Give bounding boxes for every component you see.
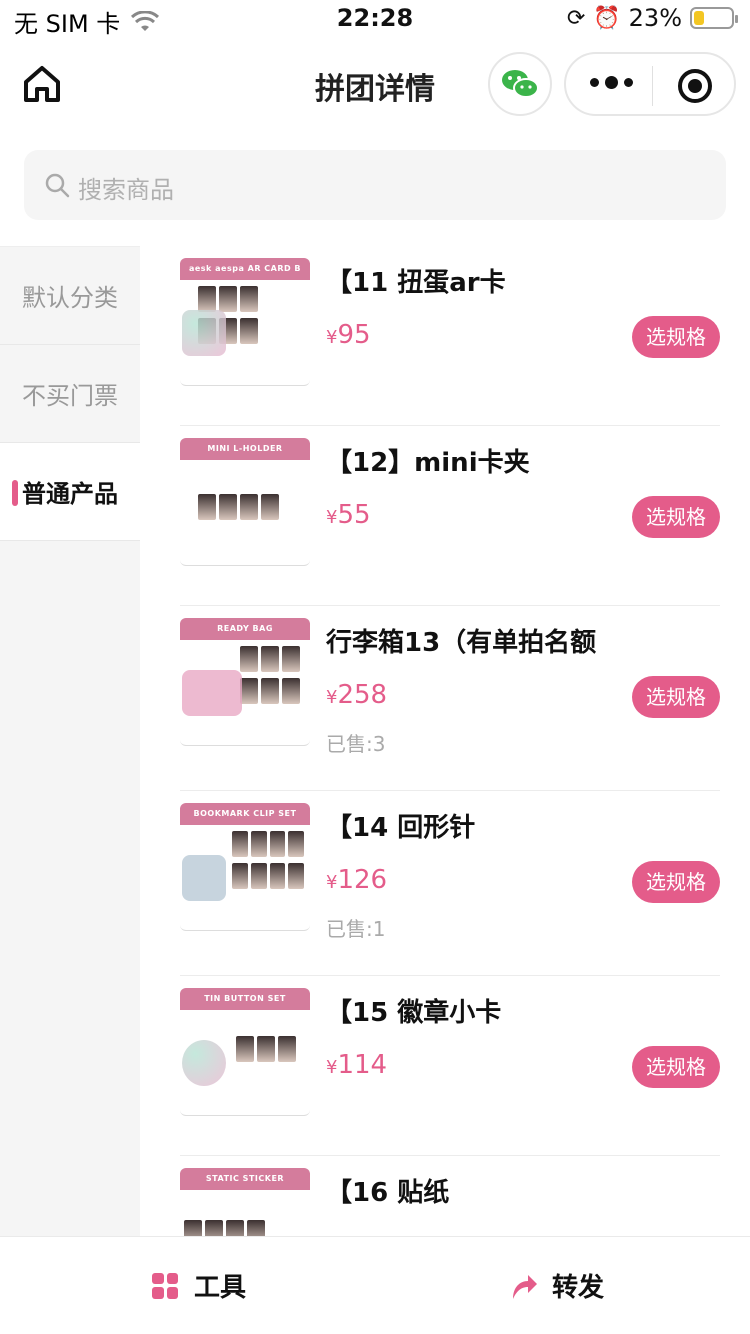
nav-bar: 拼团详情 [0, 44, 750, 124]
product-thumbnail[interactable]: aesk aespa AR CARD B [180, 258, 310, 386]
status-bar: 无 SIM 卡 22:28 ⟳ ⏰ 23% [0, 0, 750, 40]
thumbnail-banner: STATIC STICKER [180, 1168, 310, 1190]
price-value: 126 [337, 865, 388, 895]
select-spec-button[interactable]: 选规格 [632, 676, 720, 718]
product-item[interactable]: TIN BUTTON SET 【15 徽章小卡 ¥114 选规格 [180, 976, 720, 1156]
wechat-icon [502, 70, 539, 98]
sidebar-item-label: 普通产品 [22, 480, 118, 508]
battery-icon [690, 7, 738, 29]
sidebar-item-label: 默认分类 [22, 284, 118, 312]
share-arrow-icon [513, 1274, 537, 1299]
product-item[interactable]: aesk aespa AR CARD B 【11 扭蛋ar卡 ¥95 选规格 [180, 246, 720, 426]
product-name: 【12】mini卡夹 [326, 448, 530, 478]
product-name: 【11 扭蛋ar卡 [326, 268, 506, 298]
price-value: 258 [337, 680, 388, 710]
sidebar-item-no-ticket[interactable]: 不买门票 [0, 345, 140, 443]
product-name: 【15 徽章小卡 [326, 998, 502, 1028]
search-icon [45, 173, 70, 198]
close-miniprogram-icon[interactable] [678, 69, 712, 103]
share-label: 转发 [552, 1273, 605, 1303]
product-price: ¥55 [326, 500, 371, 530]
more-icon[interactable] [590, 76, 633, 89]
share-button[interactable]: 转发 [510, 1267, 604, 1304]
sidebar-item-default[interactable]: 默认分类 [0, 247, 140, 345]
price-value: 55 [337, 500, 371, 530]
product-price: ¥114 [326, 1050, 387, 1080]
thumbnail-banner: aesk aespa AR CARD B [180, 258, 310, 280]
search-placeholder: 搜索商品 [78, 176, 174, 204]
product-item[interactable]: MINI L-HOLDER 【12】mini卡夹 ¥55 选规格 [180, 426, 720, 606]
select-spec-button[interactable]: 选规格 [632, 316, 720, 358]
product-item[interactable]: BOOKMARK CLIP SET 【14 回形针 ¥126 已售:1 选规格 [180, 791, 720, 976]
product-price: ¥126 [326, 865, 387, 895]
thumbnail-banner: READY BAG [180, 618, 310, 640]
product-name: 【16 贴纸 [326, 1178, 450, 1208]
capsule-divider [652, 66, 653, 106]
category-sidebar: 默认分类 不买门票 普通产品 [0, 246, 140, 1236]
wechat-share-button[interactable] [488, 52, 552, 116]
currency-symbol: ¥ [326, 507, 338, 528]
select-spec-button[interactable]: 选规格 [632, 861, 720, 903]
product-thumbnail[interactable]: READY BAG [180, 618, 310, 746]
alarm-icon: ⏰ [593, 5, 621, 31]
product-item[interactable]: READY BAG 行李箱13（有单拍名额 ¥258 已售:3 选规格 [180, 606, 720, 791]
tools-label: 工具 [194, 1273, 247, 1303]
product-name: 【14 回形针 [326, 813, 476, 843]
sold-count: 已售:1 [326, 917, 386, 941]
currency-symbol: ¥ [326, 327, 338, 348]
product-thumbnail[interactable]: BOOKMARK CLIP SET [180, 803, 310, 931]
product-name: 行李箱13（有单拍名额 [326, 628, 597, 658]
sidebar-item-regular[interactable]: 普通产品 [0, 443, 140, 541]
select-spec-button[interactable]: 选规格 [632, 1046, 720, 1088]
currency-symbol: ¥ [326, 687, 338, 708]
grid-icon [152, 1272, 178, 1299]
bottom-bar: 工具 转发 [0, 1236, 750, 1334]
product-thumbnail[interactable]: TIN BUTTON SET [180, 988, 310, 1116]
product-thumbnail[interactable]: STATIC STICKER [180, 1168, 310, 1236]
currency-symbol: ¥ [326, 1057, 338, 1078]
thumbnail-banner: TIN BUTTON SET [180, 988, 310, 1010]
product-thumbnail[interactable]: MINI L-HOLDER [180, 438, 310, 566]
product-price: ¥258 [326, 680, 387, 710]
tools-button[interactable]: 工具 [152, 1267, 246, 1304]
product-price: ¥95 [326, 320, 371, 350]
rotation-lock-icon: ⟳ [566, 5, 586, 31]
select-spec-button[interactable]: 选规格 [632, 496, 720, 538]
currency-symbol: ¥ [326, 872, 338, 893]
thumbnail-banner: BOOKMARK CLIP SET [180, 803, 310, 825]
battery-percent: 23% [628, 4, 682, 32]
sidebar-item-label: 不买门票 [22, 382, 118, 410]
status-right: ⟳ ⏰ 23% [566, 4, 738, 32]
search-input[interactable]: 搜索商品 [24, 150, 726, 220]
product-item[interactable]: STATIC STICKER 【16 贴纸 [180, 1156, 720, 1236]
sold-count: 已售:3 [326, 732, 386, 756]
price-value: 95 [337, 320, 371, 350]
miniprogram-capsule [564, 52, 736, 116]
thumbnail-banner: MINI L-HOLDER [180, 438, 310, 460]
product-list: aesk aespa AR CARD B 【11 扭蛋ar卡 ¥95 选规格 M… [180, 246, 720, 1236]
price-value: 114 [337, 1050, 388, 1080]
